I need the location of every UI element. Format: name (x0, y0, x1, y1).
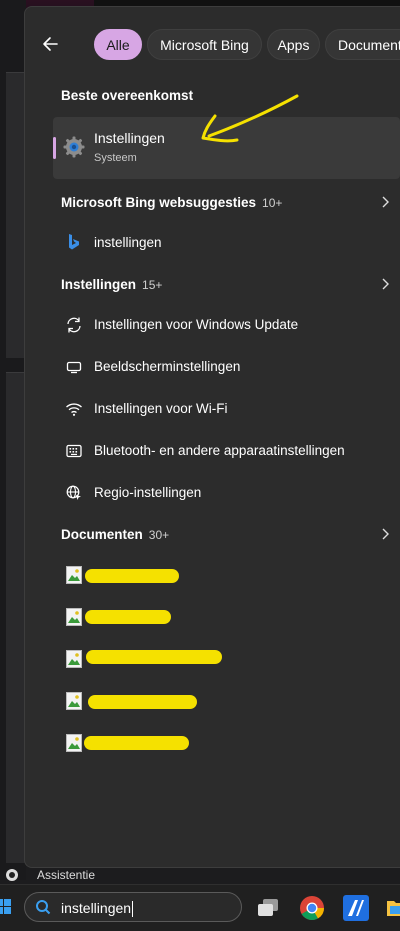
chrome-icon[interactable] (299, 895, 325, 921)
documents-heading-text: Documenten (61, 527, 143, 542)
search-icon (36, 900, 51, 915)
bing-icon (64, 232, 84, 252)
refresh-icon (64, 315, 84, 335)
setting-wifi[interactable]: Instellingen voor Wi-Fi (94, 401, 228, 416)
chevron-right-icon[interactable] (378, 195, 392, 209)
setting-bluetooth[interactable]: Bluetooth- en andere apparaatinstellinge… (94, 443, 345, 458)
tab-bing[interactable]: Microsoft Bing (147, 29, 262, 60)
wifi-icon (64, 399, 84, 419)
image-document-icon (66, 692, 82, 710)
setting-display[interactable]: Beeldscherminstellingen (94, 359, 240, 374)
windows-start-icon[interactable] (0, 899, 12, 915)
bing-heading-text: Microsoft Bing websuggesties (61, 195, 257, 210)
task-view-icon[interactable] (256, 897, 280, 919)
back-button[interactable] (36, 30, 64, 58)
image-document-icon (66, 608, 82, 626)
settings-heading: Instellingen 15+ (61, 277, 162, 292)
tab-all[interactable]: Alle (94, 29, 142, 60)
best-match-subtitle: Systeem (94, 152, 137, 164)
gear-icon (62, 135, 86, 159)
assistant-label[interactable]: Assistentie (37, 868, 95, 882)
settings-heading-text: Instellingen (61, 277, 137, 292)
search-input[interactable]: instellingen (61, 900, 134, 918)
assistant-bar: Assistentie (0, 866, 400, 884)
keyboard-device-icon (64, 441, 84, 461)
setting-region[interactable]: Regio-instellingen (94, 485, 201, 500)
documents-heading: Documenten 30+ (61, 527, 169, 542)
image-document-icon (66, 734, 82, 752)
assistant-icon (6, 869, 18, 881)
bing-suggestion[interactable]: instellingen (94, 235, 162, 250)
tab-label: Apps (277, 36, 310, 53)
document-row-redacted[interactable] (85, 610, 171, 624)
tab-apps[interactable]: Apps (267, 29, 320, 60)
bing-count: 10+ (262, 196, 283, 210)
selection-indicator (53, 137, 56, 159)
setting-windows-update[interactable]: Instellingen voor Windows Update (94, 317, 298, 332)
text-caret (132, 901, 134, 918)
bing-heading: Microsoft Bing websuggesties 10+ (61, 195, 282, 210)
image-document-icon (66, 566, 82, 584)
chevron-right-icon[interactable] (378, 527, 392, 541)
chevron-right-icon[interactable] (378, 277, 392, 291)
taskbar-search-box[interactable]: instellingen (24, 892, 242, 922)
document-row-redacted[interactable] (88, 695, 197, 709)
annotation-arrow (201, 94, 299, 143)
document-row-redacted[interactable] (85, 569, 179, 583)
desktop-side (0, 0, 26, 880)
best-match-heading: Beste overeenkomst (61, 88, 194, 103)
settings-count: 15+ (142, 278, 163, 292)
tab-label: Documenten (338, 36, 400, 53)
document-row-redacted[interactable] (84, 736, 189, 750)
taskbar: instellingen (0, 884, 400, 931)
documents-count: 30+ (148, 528, 170, 542)
monitor-icon (64, 357, 84, 377)
globe-icon (64, 483, 84, 503)
document-row-redacted[interactable] (86, 650, 222, 664)
tab-documents[interactable]: Documenten (325, 29, 400, 60)
tab-label: Alle (106, 36, 130, 53)
image-document-icon (66, 650, 82, 668)
file-explorer-icon[interactable] (386, 897, 400, 919)
tab-label: Microsoft Bing (160, 36, 249, 53)
best-match-title: Instellingen (94, 130, 165, 146)
back-arrow-icon (43, 37, 58, 51)
app-icon-blue[interactable] (343, 895, 369, 921)
search-value: instellingen (61, 900, 132, 916)
